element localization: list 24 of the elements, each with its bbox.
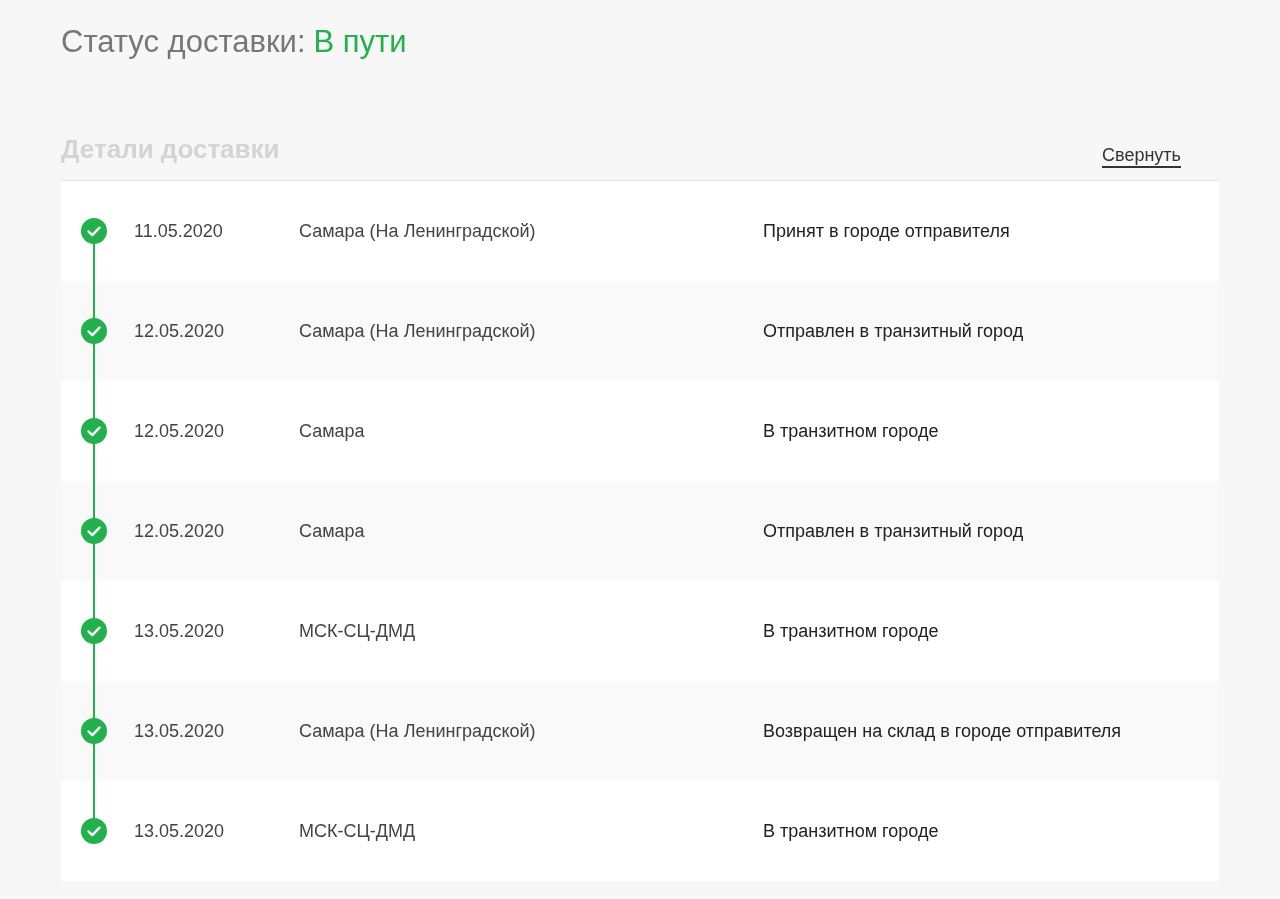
collapse-link[interactable]: Свернуть xyxy=(1102,144,1181,168)
event-date: 12.05.2020 xyxy=(134,319,226,343)
event-location: Самара (На Ленинградской) xyxy=(299,219,537,243)
event-location: Самара xyxy=(299,519,366,543)
event-status: Возвращен на склад в городе отправителя xyxy=(763,719,1122,743)
status-value: В пути xyxy=(313,23,407,61)
event-location: Самара (На Ленинградской) xyxy=(299,319,537,343)
event-location: Самара xyxy=(299,419,366,443)
event-date: 13.05.2020 xyxy=(134,819,226,843)
event-date: 11.05.2020 xyxy=(134,219,224,243)
event-date: 13.05.2020 xyxy=(134,719,226,743)
event-location: МСК-СЦ-ДМД xyxy=(299,819,417,843)
event-status: В транзитном городе xyxy=(763,619,939,643)
event-date: 12.05.2020 xyxy=(134,519,226,543)
event-status: Отправлен в транзитный город xyxy=(763,319,1024,343)
event-location: Самара (На Ленинградской) xyxy=(299,719,537,743)
event-date: 13.05.2020 xyxy=(134,619,226,643)
event-status: В транзитном городе xyxy=(763,419,939,443)
event-date: 12.05.2020 xyxy=(134,419,226,443)
event-status: В транзитном городе xyxy=(763,819,939,843)
status-label: Статус доставки: xyxy=(61,23,306,61)
event-status: Принят в городе отправителя xyxy=(763,219,1010,243)
event-status: Отправлен в транзитный город xyxy=(763,519,1024,543)
event-location: МСК-СЦ-ДМД xyxy=(299,619,417,643)
